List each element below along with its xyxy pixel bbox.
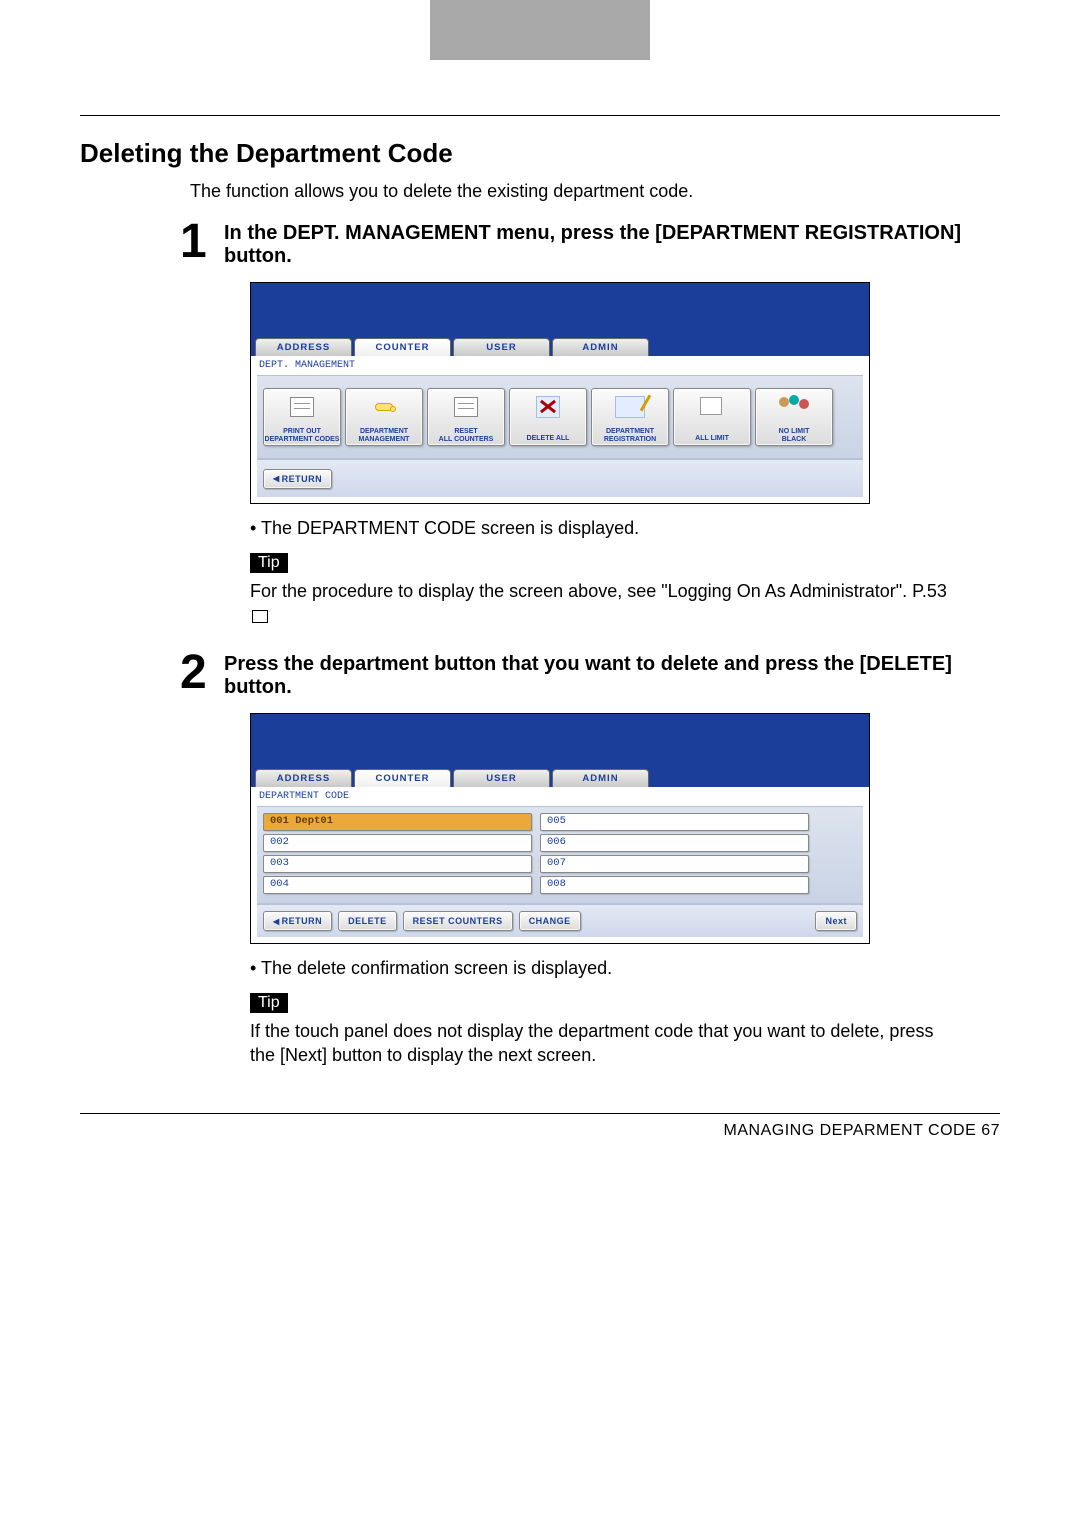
label: ALL COUNTERS (439, 436, 494, 443)
next-button[interactable]: Next (815, 911, 857, 931)
screenshot-dept-management: ADDRESS COUNTER USER ADMIN DEPT. MANAGEM… (250, 282, 870, 504)
page: Deleting the Department Code The functio… (0, 115, 1080, 1180)
key-icon (375, 403, 393, 411)
print-out-dept-codes-button[interactable]: PRINT OUT DEPARTMENT CODES (263, 388, 341, 446)
label: MANAGEMENT (359, 436, 410, 443)
return-button[interactable]: RETURN (263, 469, 332, 489)
step-text: In the DEPT. MANAGEMENT menu, press the … (224, 220, 1000, 268)
tip-badge: Tip (250, 553, 288, 573)
step-number: 2 (180, 651, 224, 699)
dept-008-button[interactable]: 008 (540, 876, 809, 894)
rule-bottom (80, 1113, 1000, 1114)
label: DEPARTMENT (606, 428, 654, 435)
tab-address[interactable]: ADDRESS (255, 338, 352, 356)
delete-icon (536, 396, 560, 418)
tab-strip: ADDRESS COUNTER USER ADMIN (251, 769, 869, 787)
stack-icon (702, 399, 722, 415)
dept-006-button[interactable]: 006 (540, 834, 809, 852)
dept-005-button[interactable]: 005 (540, 813, 809, 831)
breadcrumb: DEPARTMENT CODE (257, 789, 863, 806)
all-limit-button[interactable]: ALL LIMIT (673, 388, 751, 446)
dept-mgmt-button-row: PRINT OUT DEPARTMENT CODES DEPARTMENT MA… (257, 375, 863, 459)
page-footer: MANAGING DEPARMENT CODE 67 (80, 1122, 1000, 1140)
header-gray-block (430, 0, 650, 60)
label: REGISTRATION (604, 436, 656, 443)
tab-strip: ADDRESS COUNTER USER ADMIN (251, 338, 869, 356)
department-management-button[interactable]: DEPARTMENT MANAGEMENT (345, 388, 423, 446)
delete-button[interactable]: DELETE (338, 911, 397, 931)
dept-004-button[interactable]: 004 (263, 876, 532, 894)
title-bar (251, 283, 869, 338)
people-icon (779, 395, 809, 419)
label: DELETE ALL (527, 435, 570, 442)
tab-counter[interactable]: COUNTER (354, 338, 451, 356)
title-bar (251, 714, 869, 769)
tab-user[interactable]: USER (453, 338, 550, 356)
label: BLACK (782, 436, 807, 443)
dept-001-button[interactable]: 001 Dept01 (263, 813, 532, 831)
bullet-text: The DEPARTMENT CODE screen is displayed. (250, 518, 1000, 539)
reset-all-counters-button[interactable]: RESET ALL COUNTERS (427, 388, 505, 446)
bullet-text: The delete confirmation screen is displa… (250, 958, 1000, 979)
label: DEPARTMENT (360, 428, 408, 435)
department-registration-button[interactable]: DEPARTMENT REGISTRATION (591, 388, 669, 446)
tab-admin[interactable]: ADMIN (552, 338, 649, 356)
reset-counters-button[interactable]: RESET COUNTERS (403, 911, 513, 931)
tab-address[interactable]: ADDRESS (255, 769, 352, 787)
intro-text: The function allows you to delete the ex… (190, 181, 1000, 202)
screenshot-department-code: ADDRESS COUNTER USER ADMIN DEPARTMENT CO… (250, 713, 870, 944)
step-2: 2 Press the department button that you w… (180, 651, 1000, 699)
step-text: Press the department button that you wan… (224, 651, 1000, 699)
step-number: 1 (180, 220, 224, 268)
dept-002-button[interactable]: 002 (263, 834, 532, 852)
section-heading: Deleting the Department Code (80, 138, 1000, 169)
tip-text: If the touch panel does not display the … (250, 1019, 950, 1068)
rule-top (80, 115, 1000, 116)
label: DEPARTMENT CODES (265, 436, 340, 443)
tab-user[interactable]: USER (453, 769, 550, 787)
tip-text: For the procedure to display the screen … (250, 579, 950, 628)
label: ALL LIMIT (695, 435, 729, 442)
book-icon (252, 610, 268, 623)
register-icon (615, 396, 645, 418)
dept-003-button[interactable]: 003 (263, 855, 532, 873)
change-button[interactable]: CHANGE (519, 911, 581, 931)
delete-all-button[interactable]: DELETE ALL (509, 388, 587, 446)
tip-body: For the procedure to display the screen … (250, 581, 947, 601)
label: NO LIMIT (779, 428, 810, 435)
tab-admin[interactable]: ADMIN (552, 769, 649, 787)
label: PRINT OUT (283, 428, 321, 435)
tip-badge: Tip (250, 993, 288, 1013)
no-limit-black-button[interactable]: NO LIMIT BLACK (755, 388, 833, 446)
label: RESET (454, 428, 477, 435)
sheet-icon (454, 397, 478, 417)
dept-007-button[interactable]: 007 (540, 855, 809, 873)
sheet-icon (290, 397, 314, 417)
breadcrumb: DEPT. MANAGEMENT (257, 358, 863, 375)
return-button[interactable]: RETURN (263, 911, 332, 931)
step-1: 1 In the DEPT. MANAGEMENT menu, press th… (180, 220, 1000, 268)
tab-counter[interactable]: COUNTER (354, 769, 451, 787)
